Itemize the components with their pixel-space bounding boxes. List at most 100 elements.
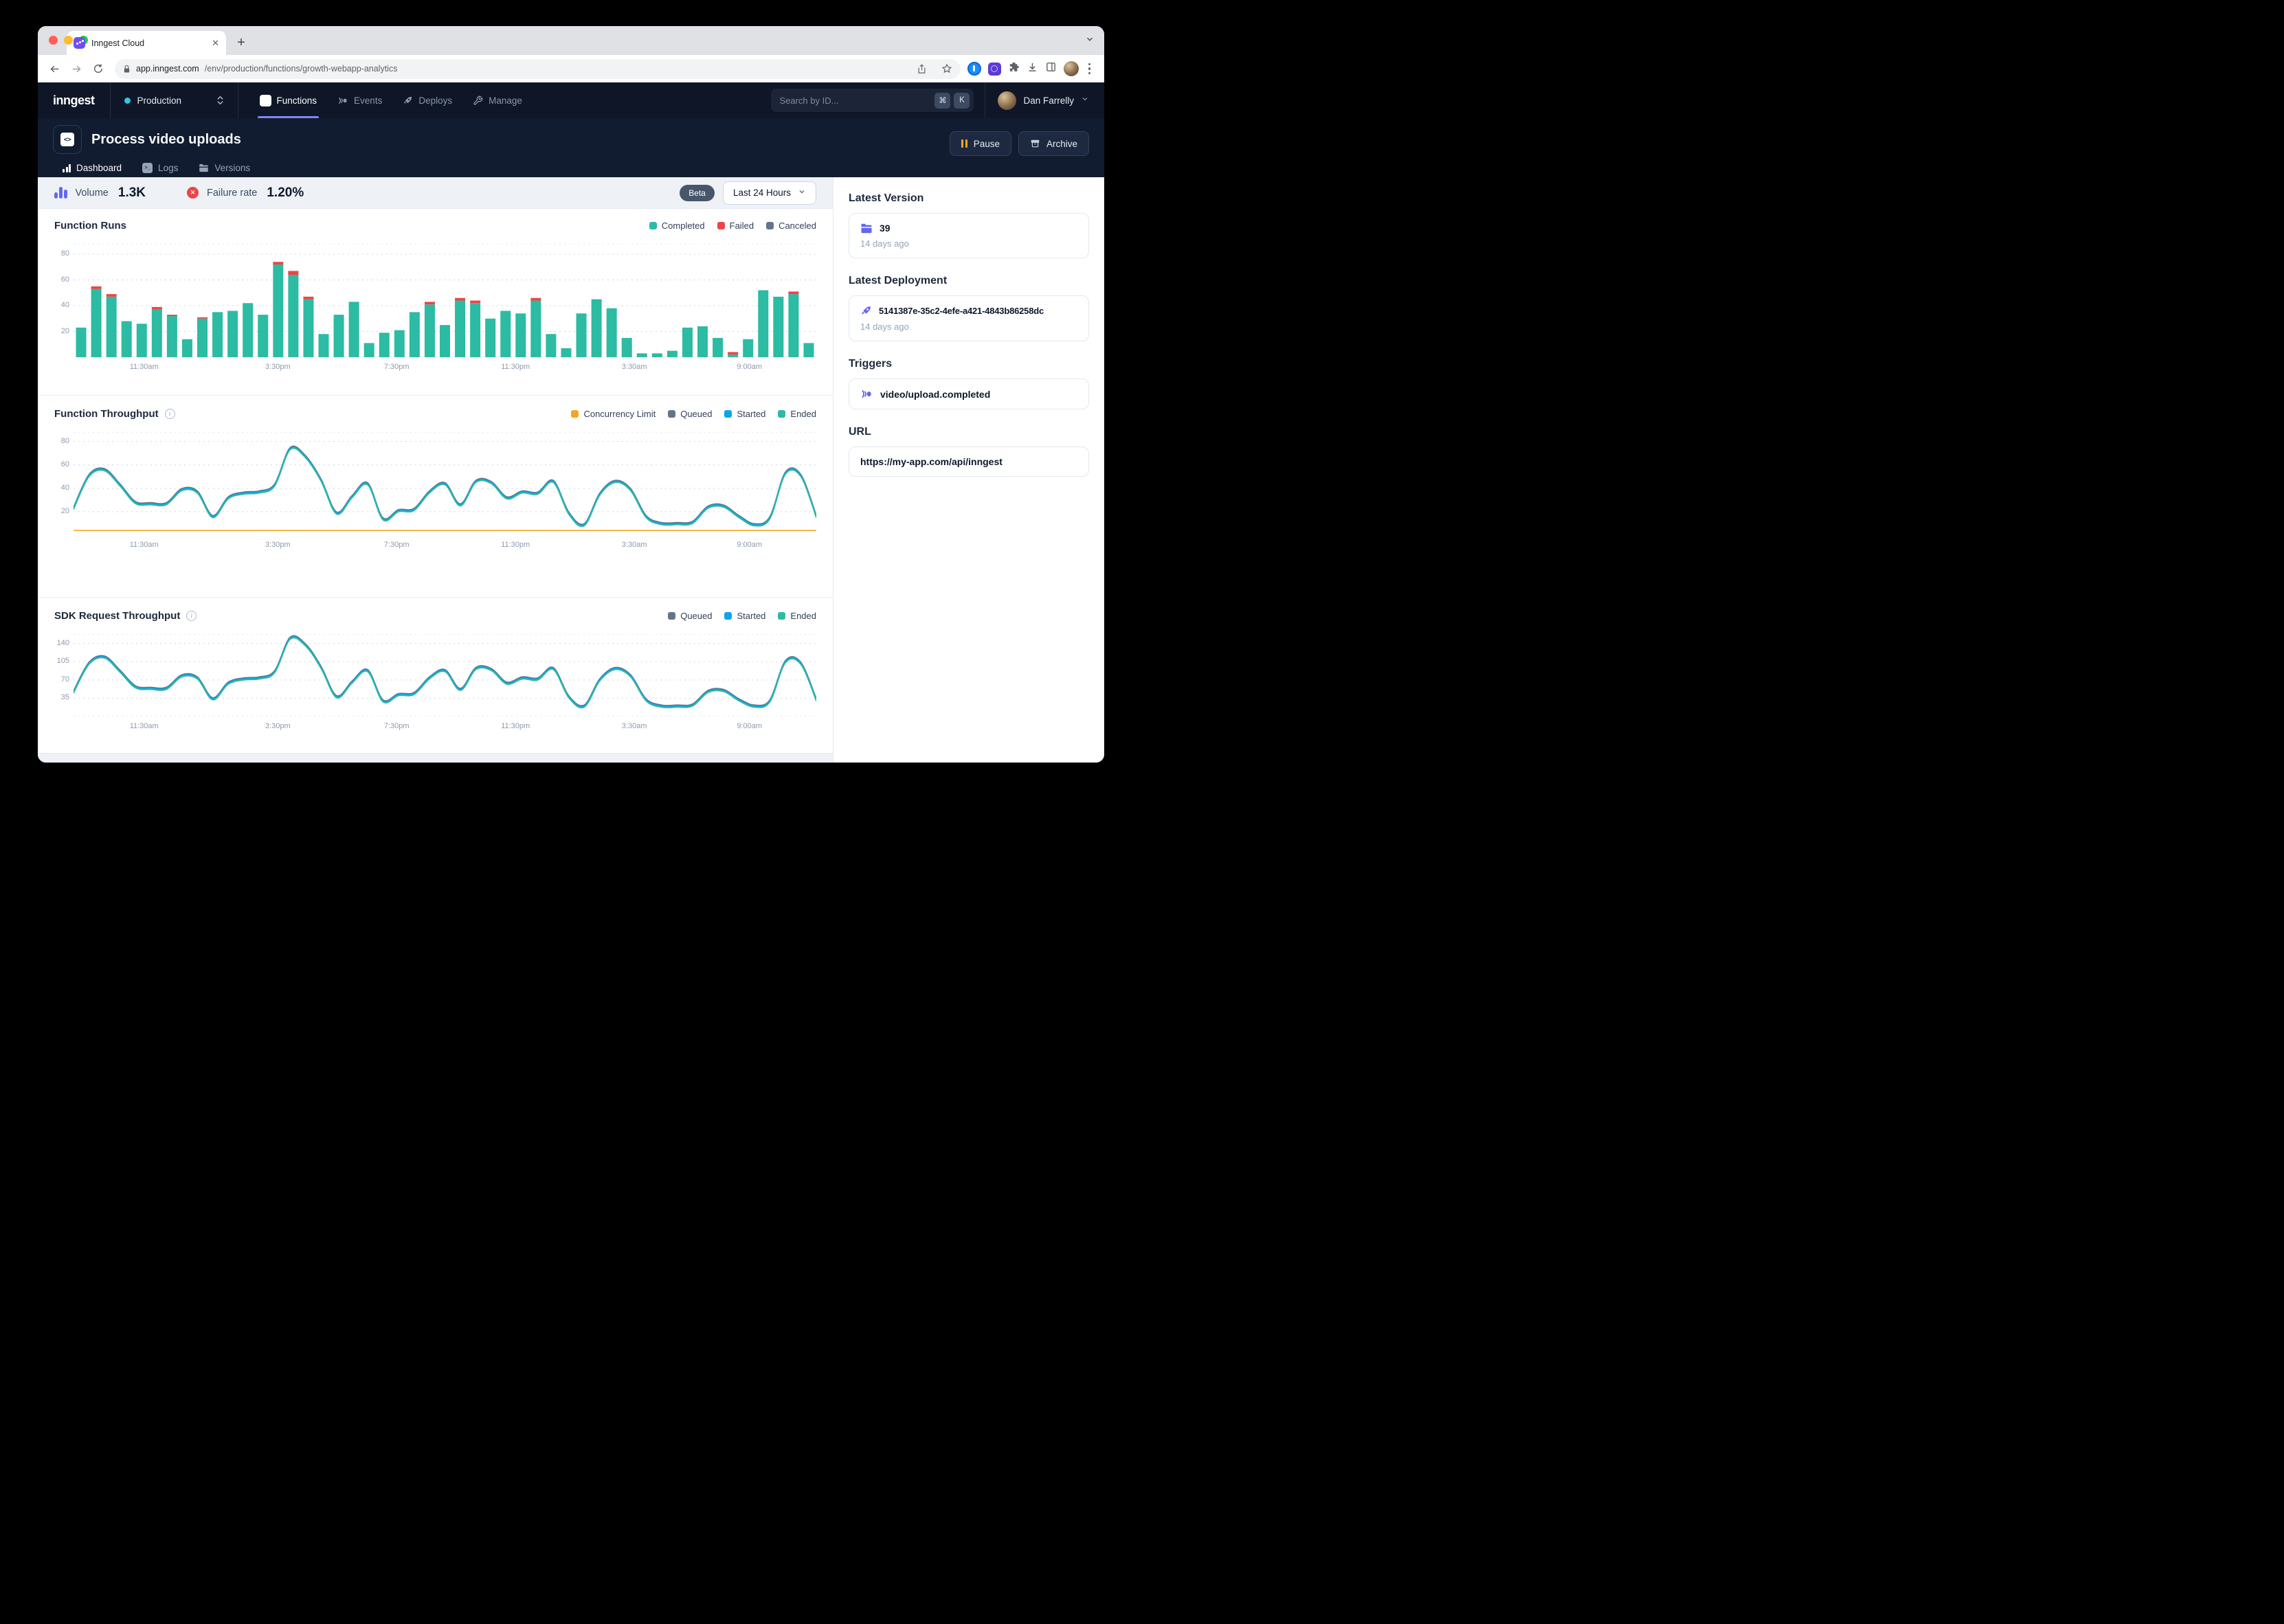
y-tick-label: 35 [61, 693, 69, 701]
puzzle-extensions-icon[interactable] [1008, 61, 1020, 76]
y-tick-label: 20 [61, 327, 69, 335]
x-axis: 11:30am3:30pm7:30pm11:30pm3:30am9:00am [74, 541, 816, 552]
legend-item: Failed [717, 221, 754, 231]
x-tick-label: 9:00am [737, 541, 762, 549]
line-chart-plot[interactable] [74, 634, 816, 717]
x-tick-label: 7:30pm [384, 722, 410, 730]
terminal-icon: >_ [142, 163, 153, 173]
nav-item-functions[interactable]: <> Functions [251, 82, 326, 118]
chart-legend: CompletedFailedCanceled [649, 221, 816, 231]
legend-item: Ended [778, 611, 816, 621]
purple-extension-icon[interactable] [988, 63, 1001, 76]
browser-menu-icon[interactable] [1086, 63, 1094, 75]
y-tick-label: 60 [61, 460, 69, 469]
folder-icon [860, 223, 873, 234]
download-icon[interactable] [1027, 61, 1038, 76]
back-button[interactable] [45, 59, 64, 78]
legend-swatch-icon [649, 222, 657, 229]
legend-item: Concurrency Limit [571, 409, 656, 419]
function-runs-chart: Function Runs CompletedFailedCanceled 20… [38, 209, 833, 396]
folder-icon [199, 163, 209, 172]
close-window-button[interactable] [49, 36, 58, 45]
x-tick-label: 7:30pm [384, 363, 410, 371]
tab-dashboard[interactable]: Dashboard [54, 159, 130, 179]
y-tick-label: 40 [61, 301, 69, 309]
reading-list-sidebar-icon[interactable] [1045, 61, 1057, 76]
volume-label: Volume [76, 188, 109, 199]
tab-logs[interactable]: >_ Logs [134, 159, 186, 179]
password-manager-extension-icon[interactable] [967, 62, 981, 76]
legend-swatch-icon [668, 612, 675, 620]
bookmark-star-icon[interactable] [937, 59, 956, 78]
legend-swatch-icon [766, 222, 774, 229]
browser-profile-avatar[interactable] [1064, 61, 1079, 76]
function-icon: <> [53, 125, 82, 154]
legend-item: Ended [778, 409, 816, 419]
latest-deployment-heading: Latest Deployment [849, 275, 1089, 287]
new-tab-button[interactable]: + [232, 33, 251, 52]
tab-search-chevron-icon[interactable] [1085, 34, 1095, 47]
latest-version-card[interactable]: 39 14 days ago [849, 213, 1089, 258]
environment-status-dot [124, 98, 131, 104]
latest-version-time: 14 days ago [860, 238, 1077, 249]
nav-item-manage[interactable]: Manage [464, 82, 531, 118]
bottom-panel-edge [38, 753, 833, 763]
time-range-dropdown[interactable]: Last 24 Hours [723, 181, 816, 205]
trigger-card[interactable]: video/upload.completed [849, 379, 1089, 409]
volume-value: 1.3K [118, 185, 146, 201]
nav-item-events[interactable]: Events [328, 82, 391, 118]
search-input[interactable] [779, 95, 931, 106]
range-chevron-icon [798, 188, 806, 198]
environment-switcher[interactable]: Production [111, 82, 238, 118]
forward-button[interactable] [67, 59, 86, 78]
info-icon[interactable]: i [186, 611, 197, 621]
bar-chart-plot[interactable] [74, 244, 816, 357]
function-tabs: Dashboard >_ Logs Versions [54, 159, 1089, 179]
app-nav: inngest Production <> Functions [38, 82, 1104, 118]
tab-title: Inngest Cloud [91, 38, 205, 48]
y-tick-label: 70 [61, 675, 69, 684]
line-chart-plot[interactable] [74, 432, 816, 535]
legend-swatch-icon [778, 410, 785, 418]
pause-button[interactable]: Pause [950, 131, 1011, 156]
tab-close-icon[interactable]: ✕ [212, 38, 219, 49]
share-icon[interactable] [913, 59, 932, 78]
y-tick-label: 20 [61, 507, 69, 515]
user-menu-chevron-icon [1081, 94, 1089, 106]
x-tick-label: 11:30pm [501, 722, 530, 730]
url-host: app.inngest.com [136, 64, 199, 74]
x-tick-label: 7:30pm [384, 541, 410, 549]
primary-nav: <> Functions Events Deploys [238, 82, 531, 118]
cmd-key-badge: ⌘ [934, 93, 950, 109]
y-tick-label: 40 [61, 484, 69, 492]
url-path: /env/production/functions/growth-webapp-… [205, 64, 398, 74]
reload-button[interactable] [89, 59, 108, 78]
info-icon[interactable]: i [165, 409, 175, 419]
chart-title: Function Throughput [54, 408, 159, 420]
legend-item: Canceled [766, 221, 816, 231]
minimize-window-button[interactable] [64, 36, 73, 45]
latest-deployment-card[interactable]: 5141387e-35c2-4efe-a421-4843b86258dc 14 … [849, 295, 1089, 341]
url-heading: URL [849, 426, 1089, 438]
sdk-request-throughput-chart: SDK Request Throughput i QueuedStartedEn… [38, 598, 833, 753]
y-tick-label: 60 [61, 275, 69, 284]
functions-code-icon: <> [260, 95, 271, 106]
events-icon [337, 95, 348, 106]
url-card: https://my-app.com/api/inngest [849, 447, 1089, 477]
tab-versions[interactable]: Versions [190, 159, 258, 179]
browser-tab[interactable]: Inngest Cloud ✕ [67, 31, 226, 55]
legend-item: Started [724, 611, 765, 621]
legend-swatch-icon [724, 612, 732, 620]
nav-item-deploys[interactable]: Deploys [394, 82, 461, 118]
inngest-logo[interactable]: inngest [38, 82, 110, 118]
legend-swatch-icon [778, 612, 785, 620]
search-box[interactable]: ⌘ K [771, 89, 974, 112]
volume-bars-icon [54, 187, 67, 199]
address-bar[interactable]: app.inngest.com/env/production/functions… [115, 59, 961, 79]
archive-button[interactable]: Archive [1018, 131, 1089, 156]
latest-version-value: 39 [880, 223, 891, 234]
x-tick-label: 3:30am [622, 541, 647, 549]
legend-item: Queued [668, 611, 712, 621]
user-menu[interactable]: Dan Farrelly [985, 82, 1104, 118]
failure-rate-value: 1.20% [267, 185, 304, 201]
